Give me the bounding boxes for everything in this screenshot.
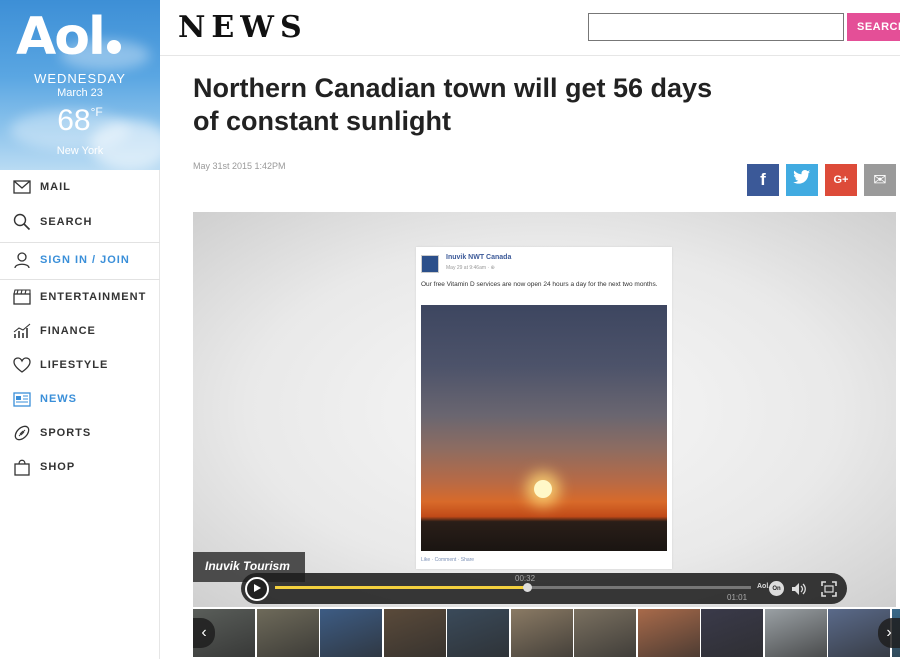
chart-icon (12, 321, 32, 341)
twitter-icon (793, 170, 811, 190)
search-icon (12, 212, 32, 232)
share-facebook-button[interactable]: f (747, 164, 779, 196)
facebook-icon: f (760, 170, 766, 189)
video-thumbnail[interactable] (383, 609, 446, 657)
video-controls: 00:32 01:01 Aol. On (241, 573, 847, 604)
sidebar-divider (0, 279, 160, 280)
sidebar-item-label: SEARCH (40, 216, 93, 228)
video-thumbnail[interactable] (447, 609, 509, 657)
share-twitter-button[interactable] (786, 164, 818, 196)
article-headline: Northern Canadian town will get 56 days … (193, 73, 713, 136)
thumbnails-next-button[interactable]: › (878, 618, 900, 648)
video-thumbnail[interactable] (320, 609, 382, 657)
sidebar-item-lifestyle[interactable]: LIFESTYLE (0, 350, 160, 380)
user-icon (12, 250, 32, 270)
weather-widget[interactable]: Aol WEDNESDAY March 23 68°F New York (0, 0, 160, 170)
total-time: 01:01 (727, 593, 748, 602)
google-plus-icon: G+ (833, 174, 849, 186)
weather-city: New York (56, 145, 104, 157)
sunset-photo (421, 305, 667, 551)
search-input[interactable] (588, 13, 844, 41)
sidebar-item-label: SPORTS (40, 427, 92, 439)
video-thumbnail[interactable] (256, 609, 319, 657)
fullscreen-button[interactable] (821, 581, 837, 597)
header-divider (160, 55, 900, 56)
sidebar-item-news[interactable]: NEWS (0, 384, 160, 414)
sidebar-item-shop[interactable]: SHOP (0, 452, 160, 482)
video-thumbnail[interactable] (574, 609, 636, 657)
post-time: May 29 at 9:46am · ⊕ (446, 265, 495, 271)
aol-logo[interactable]: Aol (16, 6, 121, 68)
section-title[interactable]: NEWS (178, 10, 308, 45)
captions-button[interactable]: On (769, 581, 784, 596)
seek-bar[interactable] (275, 583, 751, 592)
weather-day: WEDNESDAY (34, 71, 126, 86)
heart-icon (12, 355, 32, 375)
sidebar-item-label: SIGN IN / JOIN (40, 254, 130, 266)
video-thumbnail[interactable] (701, 609, 763, 657)
volume-icon (791, 583, 807, 601)
sidebar-item-finance[interactable]: FINANCE (0, 316, 160, 346)
shopping-bag-icon (12, 457, 32, 477)
email-icon: ✉ (873, 172, 887, 189)
play-icon (252, 580, 262, 598)
post-page-name: Inuvik NWT Canada (446, 254, 512, 261)
newspaper-icon (12, 389, 32, 409)
search-button[interactable]: SEARCH (847, 13, 900, 41)
play-button[interactable] (245, 577, 269, 601)
video-player[interactable]: Inuvik NWT Canada May 29 at 9:46am · ⊕ O… (193, 212, 896, 607)
volume-button[interactable] (791, 581, 807, 597)
share-email-button[interactable]: ✉ (864, 164, 896, 196)
post-actions: Like · Comment · Share (421, 557, 475, 563)
post-text: Our free Vitamin D services are now open… (421, 281, 658, 288)
fullscreen-icon (821, 581, 837, 601)
seek-handle[interactable] (523, 583, 533, 592)
weather-temperature: 68°F (57, 104, 103, 137)
facebook-post-frame: Inuvik NWT Canada May 29 at 9:46am · ⊕ O… (416, 247, 672, 569)
clapperboard-icon (12, 287, 32, 307)
page-avatar (421, 255, 439, 273)
video-thumbnail[interactable] (510, 609, 573, 657)
sidebar-item-mail[interactable]: MAIL (0, 172, 160, 202)
sidebar-item-label: MAIL (40, 181, 71, 193)
weather-date: March 23 (57, 87, 103, 99)
sidebar-item-sports[interactable]: SPORTS (0, 418, 160, 448)
video-thumbnail[interactable] (764, 609, 827, 657)
sidebar-item-label: FINANCE (40, 325, 96, 337)
sidebar-item-entertainment[interactable]: ENTERTAINMENT (0, 282, 160, 312)
video-thumbnail[interactable] (637, 609, 700, 657)
article-timestamp: May 31st 2015 1:42PM (193, 161, 286, 171)
football-icon (12, 423, 32, 443)
current-time: 00:32 (515, 574, 536, 583)
sidebar: Aol WEDNESDAY March 23 68°F New York MAI… (0, 0, 160, 659)
sidebar-item-label: SHOP (40, 461, 76, 473)
sidebar-item-label: LIFESTYLE (40, 359, 109, 371)
sidebar-item-label: ENTERTAINMENT (40, 291, 147, 303)
sidebar-item-search[interactable]: SEARCH (0, 207, 160, 237)
mail-icon (12, 177, 32, 197)
seek-progress (275, 586, 528, 589)
related-videos-strip: ‹ › (193, 609, 900, 657)
share-google-plus-button[interactable]: G+ (825, 164, 857, 196)
sidebar-item-sign-in[interactable]: SIGN IN / JOIN (0, 245, 160, 275)
sidebar-divider (0, 242, 160, 243)
sidebar-item-label: NEWS (40, 393, 77, 405)
sun (534, 480, 552, 498)
